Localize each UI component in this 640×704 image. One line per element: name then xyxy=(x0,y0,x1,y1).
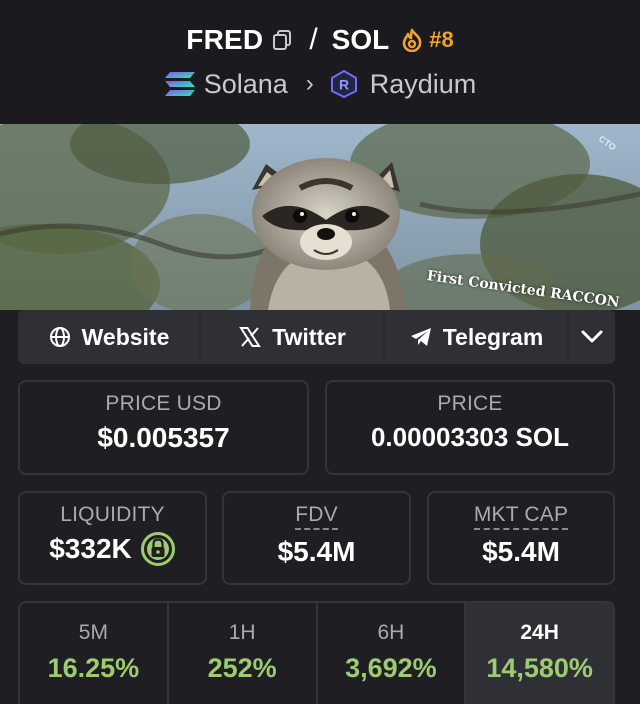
liquidity-value: $332K xyxy=(49,533,132,564)
flame-icon xyxy=(401,28,425,52)
globe-icon xyxy=(48,325,72,349)
solana-icon xyxy=(164,69,198,99)
fdv-value: $5.4M xyxy=(277,536,356,567)
period-change: 3,692% xyxy=(345,653,437,683)
mktcap-label-wrap[interactable]: MKT CAP xyxy=(429,503,613,530)
price-change-tabs: 5M 16.25% 1H 252% 6H 3,692% 24H 14,580% xyxy=(18,601,615,704)
x-logo-icon xyxy=(238,325,262,349)
website-button[interactable]: Website xyxy=(18,310,199,364)
raydium-icon: R xyxy=(330,69,360,99)
mktcap-value: $5.4M xyxy=(482,536,560,567)
period-label: 5M xyxy=(78,621,108,644)
price-native-card: PRICE 0.00003303 SOL xyxy=(325,380,615,475)
fdv-label-wrap[interactable]: FDV xyxy=(224,503,409,530)
chain-link[interactable]: Solana xyxy=(204,69,288,100)
fdv-card: FDV $5.4M xyxy=(222,491,411,585)
price-usd-label: PRICE USD xyxy=(105,392,222,415)
token-banner-image xyxy=(0,124,640,310)
copy-icon[interactable] xyxy=(269,27,295,53)
period-label: 1H xyxy=(228,621,256,644)
telegram-label: Telegram xyxy=(442,323,544,350)
telegram-icon xyxy=(409,325,433,349)
period-change: 14,580% xyxy=(486,653,593,683)
price-usd-card: PRICE USD $0.005357 xyxy=(18,380,309,475)
period-label: 6H xyxy=(377,621,405,644)
pair-separator: / xyxy=(309,23,318,56)
lock-icon[interactable] xyxy=(140,531,176,567)
telegram-button[interactable]: Telegram xyxy=(385,310,567,364)
twitter-label: Twitter xyxy=(272,323,346,350)
social-links-bar: Website Twitter Telegram xyxy=(18,310,615,364)
period-change: 252% xyxy=(207,653,277,683)
trending-rank[interactable]: #8 xyxy=(429,27,453,53)
price-native-label: PRICE xyxy=(437,392,503,415)
tab-1h[interactable]: 1H 252% xyxy=(169,603,318,704)
pair-title: FRED / SOL #8 xyxy=(0,20,640,60)
mktcap-card: MKT CAP $5.4M xyxy=(427,491,615,585)
mktcap-label: MKT CAP xyxy=(473,503,569,530)
base-symbol: FRED xyxy=(186,24,264,55)
dex-link[interactable]: Raydium xyxy=(370,69,477,100)
fdv-label: FDV xyxy=(295,503,338,530)
tab-5m[interactable]: 5M 16.25% xyxy=(20,603,169,704)
price-usd-value: $0.005357 xyxy=(97,422,230,453)
period-label: 24H xyxy=(520,621,559,644)
quote-symbol: SOL xyxy=(331,24,390,55)
liquidity-label: LIQUIDITY xyxy=(60,503,165,526)
website-label: Website xyxy=(81,323,170,350)
tab-24h[interactable]: 24H 14,580% xyxy=(466,603,613,704)
chevron-down-icon xyxy=(580,325,604,349)
liquidity-row: $332K xyxy=(20,531,205,567)
more-links-button[interactable] xyxy=(569,310,615,364)
pair-header: FRED / SOL #8 Solana › R Raydium xyxy=(0,0,640,124)
chevron-right-icon: › xyxy=(305,70,314,97)
tab-6h[interactable]: 6H 3,692% xyxy=(318,603,467,704)
twitter-button[interactable]: Twitter xyxy=(201,310,383,364)
svg-text:R: R xyxy=(339,77,349,93)
liquidity-card: LIQUIDITY $332K xyxy=(18,491,207,585)
price-native-value: 0.00003303 SOL xyxy=(370,422,570,452)
breadcrumb: Solana › R Raydium xyxy=(0,66,640,102)
period-change: 16.25% xyxy=(47,653,140,683)
